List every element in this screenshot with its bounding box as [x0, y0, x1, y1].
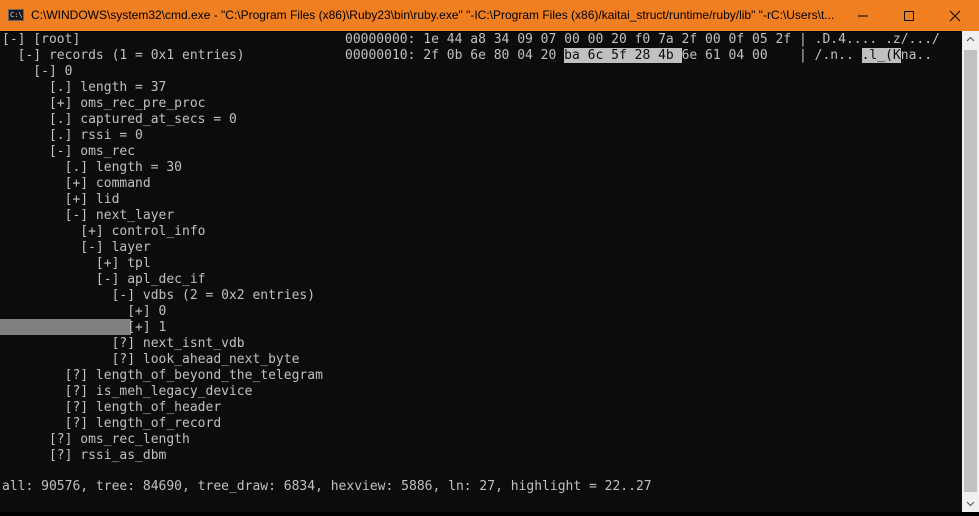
tree-node[interactable]: [?] length_of_header: [2, 400, 222, 416]
tree-node[interactable]: [?] length_of_record: [2, 416, 222, 432]
vertical-scrollbar[interactable]: [962, 31, 979, 512]
hex-bytes-pre: 2f 0b 6e 80 04 20: [423, 48, 565, 63]
window-title: C:\WINDOWS\system32\cmd.exe - "C:\Progra…: [31, 8, 835, 22]
tree-node[interactable]: [+] control_info: [2, 224, 205, 240]
maximize-button[interactable]: [886, 0, 932, 31]
status-line: all: 90576, tree: 84690, tree_draw: 6834…: [2, 479, 652, 494]
tree-node[interactable]: [?] rssi_as_dbm: [2, 448, 166, 464]
tree-node[interactable]: [.] length = 30: [2, 160, 182, 176]
scrollbar-thumb[interactable]: [964, 50, 977, 492]
tree-node[interactable]: [-] apl_dec_if: [2, 272, 206, 288]
tree-node[interactable]: [-] oms_rec: [2, 144, 135, 160]
tree-node[interactable]: [-] layer: [2, 240, 150, 256]
close-icon: [949, 10, 961, 22]
hex-ascii-highlight: .l_(K: [861, 48, 901, 63]
tree-node[interactable]: [-] vdbs (2 = 0x2 entries): [2, 288, 316, 304]
hex-bytes-post: 6e 61 04 00: [681, 48, 768, 63]
title-bar[interactable]: C:\ C:\WINDOWS\system32\cmd.exe - "C:\Pr…: [0, 0, 979, 31]
hex-offset: 00000010:: [345, 48, 416, 63]
minimize-icon: [858, 15, 868, 17]
cmd-icon[interactable]: C:\: [8, 9, 24, 21]
tree-node[interactable]: [?] oms_rec_length: [2, 432, 190, 448]
tree-node[interactable]: [+] lid: [2, 192, 120, 208]
tree-node[interactable]: [?] next_isnt_vdb: [2, 336, 245, 352]
minimize-button[interactable]: [840, 0, 886, 31]
hex-offset: 00000000:: [345, 32, 416, 47]
tree-node[interactable]: [.] rssi = 0: [2, 128, 143, 144]
tree-node[interactable]: [+] oms_rec_pre_proc: [2, 96, 206, 112]
tree-node[interactable]: [?] is_meh_legacy_device: [2, 384, 253, 400]
scroll-down-button[interactable]: [962, 495, 979, 512]
tree-node[interactable]: [.] captured_at_secs = 0: [2, 112, 237, 128]
tree-root-node[interactable]: [-] [root]: [2, 32, 80, 48]
close-button[interactable]: [932, 0, 978, 31]
tree-node[interactable]: [+] tpl: [2, 256, 151, 272]
tree-node[interactable]: [+] command: [2, 176, 151, 192]
hex-ascii-post: na..: [900, 48, 933, 63]
tree-node[interactable]: [-] next_layer: [2, 208, 175, 224]
tree-node[interactable]: [.] length = 37: [2, 80, 166, 96]
scroll-up-button[interactable]: [962, 31, 979, 48]
hex-row: 00000000: 1e 44 a8 34 09 07 00 00 20 f0 …: [345, 32, 940, 47]
tree-node[interactable]: [-] records (1 = 0x1 entries): [2, 48, 245, 64]
scroll-up-icon: [966, 36, 975, 42]
tree-node[interactable]: [+] 0: [2, 304, 166, 320]
hex-bytes-highlight: ba 6c 5f 28 4b: [564, 48, 682, 63]
tree-node[interactable]: [-] 0: [2, 64, 72, 80]
tree-node[interactable]: [?] look_ahead_next_byte: [2, 352, 300, 368]
hex-ascii-pre: /.n..: [814, 48, 862, 63]
maximize-icon: [904, 11, 914, 21]
hex-bytes: 1e 44 a8 34 09 07 00 00 20 f0 7a 2f 00 0…: [423, 32, 792, 47]
tree-node[interactable]: [?] length_of_beyond_the_telegram: [2, 368, 323, 384]
scroll-down-icon: [966, 501, 975, 507]
tree-node[interactable]: [+] 1: [2, 320, 166, 336]
hex-ascii: .D.4.... .z/.../: [814, 32, 940, 47]
hex-row: 00000010: 2f 0b 6e 80 04 20 ba 6c 5f 28 …: [345, 48, 933, 63]
console-area[interactable]: [-] [root] [-] records (1 = 0x1 entries)…: [0, 31, 962, 512]
